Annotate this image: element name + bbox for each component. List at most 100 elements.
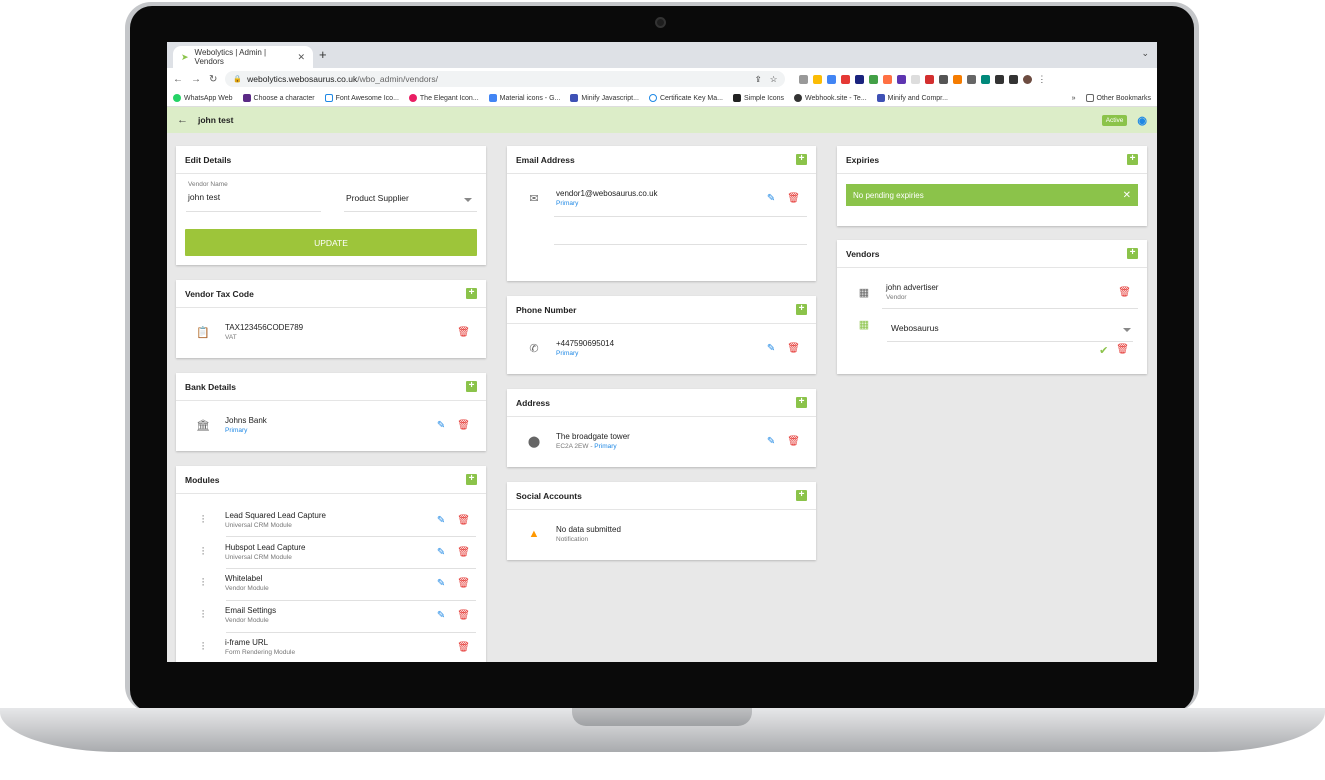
edit-icon[interactable]: ✎	[767, 193, 775, 204]
delete-icon[interactable]: 🗑	[457, 610, 470, 621]
delete-icon[interactable]: 🗑	[787, 343, 800, 354]
minify-icon	[570, 94, 579, 102]
close-icon[interactable]: ✕	[1123, 190, 1131, 201]
bookmark-item[interactable]: Simple Icons	[732, 94, 784, 102]
delete-icon[interactable]: 🗑	[457, 547, 470, 558]
extension-icon[interactable]	[855, 74, 865, 84]
extension-icon[interactable]	[799, 74, 809, 84]
delete-icon[interactable]: 🗑	[457, 578, 470, 589]
extension-icon[interactable]	[869, 74, 879, 84]
delete-icon[interactable]: 🗑	[1116, 344, 1129, 357]
mail-icon: ✉	[529, 192, 539, 205]
delete-icon[interactable]: 🗑	[457, 420, 470, 431]
delete-icon[interactable]: 🗑	[457, 642, 470, 653]
email-value: vendor1@webosaurus.co.uk	[556, 189, 658, 198]
edit-icon[interactable]: ✎	[437, 610, 445, 621]
bookmark-star-icon[interactable]: ☆	[770, 74, 778, 85]
delete-icon[interactable]: 🗑	[1118, 287, 1131, 298]
simple-icons-icon	[732, 94, 741, 102]
add-icon[interactable]: +	[1127, 248, 1138, 259]
card-title: Vendor Tax Code	[185, 288, 254, 299]
bookmark-item[interactable]: Minify and Compr...	[876, 94, 948, 102]
edit-icon[interactable]: ✎	[437, 547, 445, 558]
back-arrow-icon[interactable]: ←	[177, 114, 188, 126]
dropdown-arrow-icon[interactable]	[464, 198, 472, 202]
eye-icon[interactable]: ◉	[1137, 114, 1147, 127]
forward-icon[interactable]: →	[191, 74, 201, 85]
tab-search-icon[interactable]: ⌄	[1141, 48, 1149, 59]
bookmark-label: Choose a character	[253, 94, 315, 102]
url-input[interactable]: 🔒 webolytics.webosaurus.co.uk/wbo_admin/…	[225, 71, 786, 87]
avatar[interactable]	[1023, 74, 1033, 84]
bookmark-item[interactable]: Choose a character	[242, 94, 315, 102]
bookmark-item[interactable]: The Elegant Icon...	[408, 94, 479, 102]
add-icon[interactable]: +	[1127, 154, 1138, 165]
extension-icon[interactable]	[925, 74, 935, 84]
phone-value: +447590695014	[556, 339, 615, 348]
extension-icon[interactable]	[897, 74, 907, 84]
close-tab-icon[interactable]: ✕	[297, 52, 305, 63]
edit-icon[interactable]: ✎	[437, 515, 445, 526]
list-item: ⬤ The broadgate tower EC2A 2EW - Primary …	[507, 425, 816, 457]
edit-icon[interactable]: ✎	[437, 420, 445, 431]
vendor-type-select[interactable]: Product Supplier	[346, 193, 409, 203]
update-button[interactable]: UPDATE	[185, 229, 477, 256]
bookmark-label: Font Awesome Ico...	[335, 94, 399, 102]
add-icon[interactable]: +	[796, 304, 807, 315]
other-bookmarks[interactable]: Other Bookmarks	[1085, 94, 1151, 102]
puzzle-icon[interactable]	[995, 74, 1005, 84]
bookmark-item[interactable]: Minify Javascript...	[570, 94, 639, 102]
new-tab-icon[interactable]: +	[319, 47, 327, 62]
sidebar-icon[interactable]	[1009, 74, 1019, 84]
check-icon[interactable]: ✔	[1099, 344, 1108, 357]
extension-icon[interactable]	[827, 74, 837, 84]
list-item: 📋 TAX123456CODE789 VAT 🗑	[176, 316, 486, 348]
delete-icon[interactable]: 🗑	[787, 193, 800, 204]
bookmark-item[interactable]: Font Awesome Ico...	[324, 94, 399, 102]
edit-icon[interactable]: ✎	[437, 578, 445, 589]
extension-icon[interactable]	[841, 74, 851, 84]
extension-icon[interactable]	[967, 74, 977, 84]
share-icon[interactable]: ⇪	[755, 74, 762, 85]
delete-icon[interactable]: 🗑	[787, 436, 800, 447]
add-icon[interactable]: +	[466, 381, 477, 392]
extension-icon[interactable]	[981, 74, 991, 84]
tab-bar: ➤ Webolytics | Admin | Vendors ✕ + ⌄	[167, 42, 1157, 68]
add-icon[interactable]: +	[796, 397, 807, 408]
menu-icon[interactable]: ⋮	[1037, 74, 1046, 84]
extension-icon[interactable]	[883, 74, 893, 84]
bookmark-item[interactable]: Webhook.site - Te...	[794, 94, 867, 102]
bookmark-item[interactable]: Certificate Key Ma...	[648, 94, 723, 102]
add-icon[interactable]: +	[466, 474, 477, 485]
bookmarks-bar: WhatsApp Web Choose a character Font Awe…	[167, 90, 1157, 107]
list-item: ⫶ Lead Squared Lead Capture Universal CRM…	[176, 504, 486, 536]
add-icon[interactable]: +	[796, 154, 807, 165]
reload-icon[interactable]: ↻	[209, 74, 217, 85]
extension-icon[interactable]	[813, 74, 823, 84]
bookmark-item[interactable]: Material icons - G...	[488, 94, 561, 102]
edit-icon[interactable]: ✎	[767, 436, 775, 447]
vendor-select[interactable]: Webosaurus	[891, 323, 939, 333]
extension-icon[interactable]	[953, 74, 963, 84]
card-title: Address	[516, 397, 551, 408]
extensions: ⋮	[799, 74, 1046, 84]
add-icon[interactable]: +	[466, 288, 477, 299]
back-icon[interactable]: ←	[173, 74, 183, 85]
address-line: The broadgate tower	[556, 432, 630, 441]
dropdown-arrow-icon[interactable]	[1123, 328, 1131, 332]
add-icon[interactable]: +	[796, 490, 807, 501]
delete-icon[interactable]: 🗑	[457, 327, 470, 338]
phone-icon: ✆	[529, 342, 539, 355]
bookmarks-overflow[interactable]: »	[1072, 95, 1076, 102]
browser-tab[interactable]: ➤ Webolytics | Admin | Vendors ✕	[173, 46, 313, 68]
row-actions: ✔ 🗑	[1099, 344, 1129, 357]
extension-icon[interactable]	[939, 74, 949, 84]
edit-icon[interactable]: ✎	[767, 343, 775, 354]
vendor-name-field[interactable]: Vendor Name john test	[188, 181, 228, 202]
delete-icon[interactable]: 🗑	[457, 515, 470, 526]
extension-icon[interactable]	[911, 74, 921, 84]
bookmark-item[interactable]: WhatsApp Web	[173, 94, 233, 102]
bookmark-label: Material icons - G...	[499, 94, 561, 102]
social-accounts-card: Social Accounts + ▲ No data submitted Noti…	[507, 482, 816, 560]
module-name: Whitelabel	[225, 574, 263, 583]
